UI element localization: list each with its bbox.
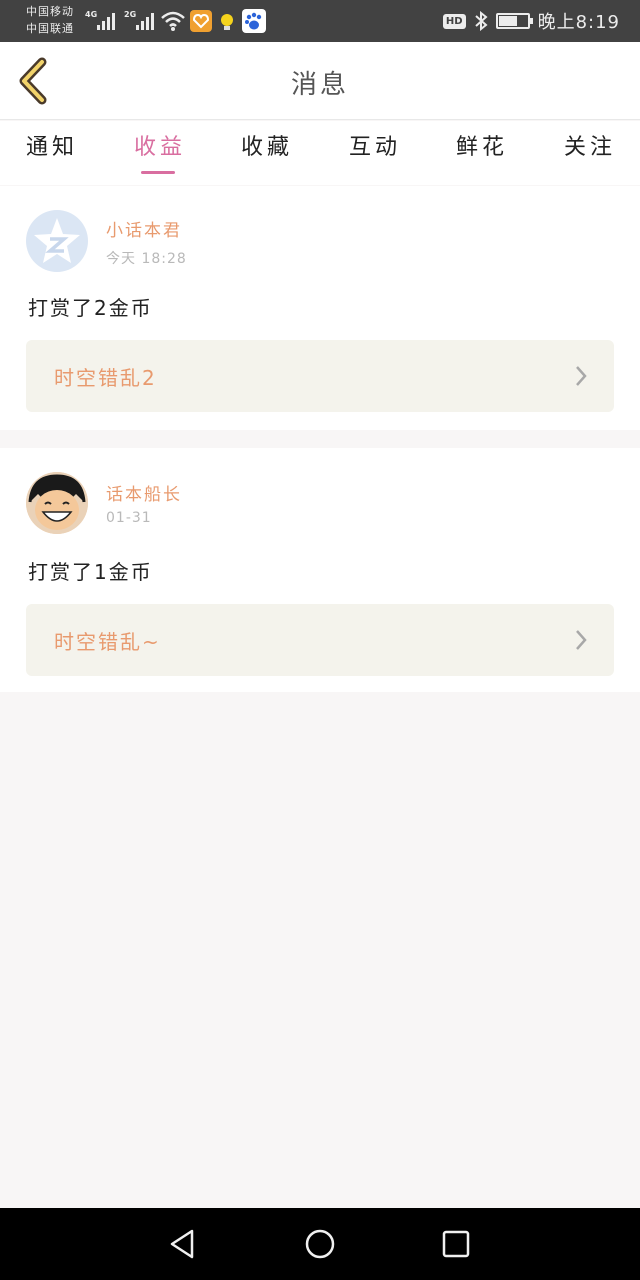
tab-bar: 通知 收益 收藏 互动 鲜花 关注 [0,121,640,185]
qzone-star-icon [34,218,80,263]
cartoon-face-icon [26,472,88,534]
status-right: HD 晚上8:19 [442,8,620,34]
signal-bars-1-icon [97,12,115,30]
message-text: 打赏了2金币 [28,296,153,320]
signal-bars-2-icon [136,12,154,30]
username[interactable]: 小话本君 [106,216,182,241]
active-tab-indicator [141,171,175,174]
username[interactable]: 话本船长 [106,480,182,505]
chevron-right-icon [576,366,587,386]
tab-interactions[interactable]: 互动 [349,129,401,161]
message-card: 小话本君 今天 18:28 打赏了2金币 时空错乱2 [0,186,640,430]
tab-notifications[interactable]: 通知 [26,129,78,161]
message-time: 01-31 [106,510,152,526]
avatar[interactable] [26,210,88,272]
network-type-2: 2G [124,10,137,19]
page-title: 消息 [290,70,349,100]
recents-square-icon[interactable] [440,1228,472,1260]
carrier-2: 中国联通 [26,22,74,35]
app-heart-icon [190,10,212,32]
tab-favorites[interactable]: 收藏 [241,129,293,161]
status-bar: 中国移动 中国联通 4G 2G HD 晚上8:19 [0,0,640,42]
story-link[interactable]: 时空错乱2 [26,340,614,412]
avatar[interactable] [26,472,88,534]
battery-icon [495,13,533,29]
bluetooth-icon [474,11,488,31]
carrier-info: 中国移动 中国联通 [26,3,74,37]
tab-earnings[interactable]: 收益 [134,129,186,161]
story-title: 时空错乱2 [54,366,157,390]
system-navigation-bar [0,1208,640,1280]
story-title: 时空错乱~ [54,630,161,654]
chevron-right-icon [576,630,587,650]
message-time: 今天 18:28 [106,251,187,267]
tab-following[interactable]: 关注 [564,129,616,161]
hd-badge: HD [442,13,466,29]
back-triangle-icon[interactable] [166,1228,198,1260]
message-card: 话本船长 01-31 打赏了1金币 时空错乱~ [0,448,640,692]
message-text: 打赏了1金币 [28,560,153,584]
lightbulb-icon [221,14,233,30]
clock: 晚上8:19 [537,12,620,33]
story-link[interactable]: 时空错乱~ [26,604,614,676]
tab-flowers[interactable]: 鲜花 [456,129,508,161]
carrier-1: 中国移动 [26,5,74,18]
network-type-1: 4G [85,10,98,19]
home-circle-icon[interactable] [304,1228,336,1260]
navigation-bar: 消息 [0,42,640,120]
wifi-icon [161,11,185,31]
baidu-icon [242,9,266,33]
